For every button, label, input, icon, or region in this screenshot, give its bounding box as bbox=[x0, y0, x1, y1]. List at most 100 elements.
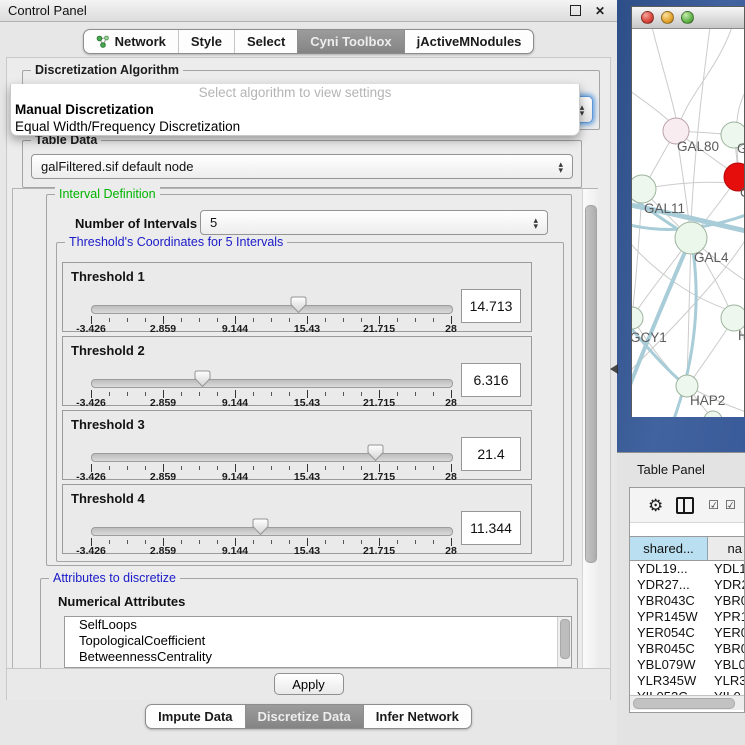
network-node-gcy1[interactable] bbox=[632, 307, 643, 329]
network-node-gal11[interactable] bbox=[632, 175, 656, 203]
table-row[interactable]: YPR145WYPR1 bbox=[630, 609, 744, 625]
network-window-titlebar[interactable] bbox=[632, 7, 744, 29]
column-header-1[interactable]: shared... bbox=[630, 537, 708, 560]
panel-title: Control Panel bbox=[8, 3, 570, 18]
attribute-item-selfloops[interactable]: SelfLoops bbox=[65, 617, 571, 633]
tab-impute-data[interactable]: Impute Data bbox=[146, 705, 244, 728]
close-traffic-light[interactable] bbox=[641, 11, 654, 24]
tab-discretize-data[interactable]: Discretize Data bbox=[245, 705, 363, 728]
table-cell: YDR27... bbox=[630, 577, 708, 593]
scrollbar-thumb[interactable] bbox=[560, 619, 570, 659]
tick-mark bbox=[433, 392, 434, 396]
scale-label: 28 bbox=[421, 545, 481, 557]
slider-track[interactable] bbox=[91, 305, 453, 314]
scale-label: 21.715 bbox=[349, 323, 409, 335]
zoom-traffic-light[interactable] bbox=[681, 11, 694, 24]
table-row[interactable]: YDR27...YDR2 bbox=[630, 577, 744, 593]
table-cell: YBR043C bbox=[630, 593, 708, 609]
node-label: C bbox=[740, 185, 744, 200]
popup-option-equal-width-frequency[interactable]: Equal Width/Frequency Discretization bbox=[11, 118, 579, 135]
slider-thumb[interactable] bbox=[194, 370, 211, 388]
number-of-intervals-spinner[interactable]: 5 ▴▾ bbox=[200, 210, 548, 235]
slider-thumb[interactable] bbox=[290, 296, 307, 314]
attribute-item-topologicalcoefficient[interactable]: TopologicalCoefficient bbox=[65, 633, 571, 649]
top-tabs-segment: Network Style SelectCyni ToolboxjActiveMNo… bbox=[83, 29, 535, 54]
scale-label: 2.859 bbox=[133, 471, 193, 483]
table-row[interactable]: YBR045CYBR0 bbox=[630, 641, 744, 657]
tick-mark bbox=[271, 466, 272, 470]
vertical-scrollbar[interactable] bbox=[582, 189, 598, 698]
float-window-icon[interactable] bbox=[570, 5, 581, 16]
table-cell: YBR045C bbox=[630, 641, 708, 657]
tab-label: Impute Data bbox=[158, 709, 232, 724]
tick-mark bbox=[109, 392, 110, 396]
threshold-value-field[interactable]: 21.4 bbox=[461, 437, 521, 471]
tab-jactivemnodules[interactable]: jActiveMNodules bbox=[404, 30, 534, 53]
table-row[interactable]: YBL079WYBL0 bbox=[630, 657, 744, 673]
scale-label: 28 bbox=[421, 471, 481, 483]
scrollbar-thumb[interactable] bbox=[585, 205, 597, 563]
columns-icon[interactable] bbox=[676, 497, 694, 514]
close-icon[interactable]: ✕ bbox=[591, 4, 609, 18]
table-row[interactable]: YLR345WYLR3 bbox=[630, 673, 744, 689]
slider-track[interactable] bbox=[91, 527, 453, 536]
checkbox-icon[interactable]: ☑ bbox=[708, 498, 719, 512]
tab-style[interactable]: Style bbox=[178, 30, 234, 53]
table-row[interactable]: YER054CYER0 bbox=[630, 625, 744, 641]
tick-mark bbox=[397, 540, 398, 544]
popup-option-manual-discretization[interactable]: Manual Discretization bbox=[11, 101, 579, 118]
tick-mark bbox=[271, 540, 272, 544]
tick-mark bbox=[325, 540, 326, 544]
threshold-value-field[interactable]: 14.713 bbox=[461, 289, 521, 323]
tick-mark bbox=[433, 540, 434, 544]
network-canvas[interactable]: GAL80GACGAL11GAL4GCY1HHAP2 bbox=[632, 29, 744, 417]
attribute-item-betweennesscentrality[interactable]: BetweennessCentrality bbox=[65, 649, 571, 665]
table-row[interactable]: YDL19...YDL1 bbox=[630, 561, 744, 577]
horizontal-scrollbar[interactable] bbox=[630, 695, 744, 710]
attribute-items: SelfLoopsTopologicalCoefficientBetweenne… bbox=[65, 617, 571, 665]
tab-select[interactable]: Select bbox=[234, 30, 297, 53]
table-data-combobox[interactable]: galFiltered.sif default node ▴▾ bbox=[31, 154, 573, 179]
bottom-tab-bar: Impute Data Discretize DataInfer Network bbox=[0, 704, 617, 729]
scale-label: 15.43 bbox=[277, 545, 337, 557]
scale-label: 21.715 bbox=[349, 397, 409, 409]
slider-track[interactable] bbox=[91, 453, 453, 462]
control-panel-titlebar: Control Panel ✕ bbox=[0, 0, 617, 22]
table-toolbar: ⚙ ☑ ☑ bbox=[630, 488, 744, 523]
column-header-2[interactable]: na bbox=[708, 537, 744, 560]
scale-label: 15.43 bbox=[277, 471, 337, 483]
tick-mark bbox=[271, 392, 272, 396]
list-scrollbar[interactable] bbox=[557, 617, 571, 667]
tab-label: Style bbox=[191, 34, 222, 49]
numerical-attributes-list[interactable]: SelfLoopsTopologicalCoefficientBetweenne… bbox=[64, 616, 572, 668]
number-of-intervals-label: Number of Intervals bbox=[75, 216, 197, 231]
scale-label: -3.426 bbox=[61, 545, 121, 557]
table-row[interactable]: YBR043CYBR0 bbox=[630, 593, 744, 609]
gear-icon[interactable]: ⚙ bbox=[648, 497, 663, 514]
apply-button[interactable]: Apply bbox=[274, 673, 344, 695]
tick-mark bbox=[181, 392, 182, 396]
tick-mark bbox=[109, 318, 110, 322]
checkbox-icon[interactable]: ☑ bbox=[725, 498, 736, 512]
scale-label: 2.859 bbox=[133, 397, 193, 409]
tick-mark bbox=[127, 540, 128, 544]
table-cell: YBL079W bbox=[630, 657, 708, 673]
scale-label: 28 bbox=[421, 397, 481, 409]
tab-cyni-toolbox[interactable]: Cyni Toolbox bbox=[297, 30, 403, 53]
scale-label: 9.144 bbox=[205, 545, 265, 557]
table-cell: YBL0 bbox=[708, 657, 744, 673]
tab-infer-network[interactable]: Infer Network bbox=[363, 705, 471, 728]
slider-thumb[interactable] bbox=[367, 444, 384, 462]
mouse-cursor bbox=[610, 364, 618, 374]
threshold-value-field[interactable]: 11.344 bbox=[461, 511, 521, 545]
slider-track[interactable] bbox=[91, 379, 453, 388]
scrollbar-thumb[interactable] bbox=[633, 698, 735, 709]
tick-mark bbox=[217, 540, 218, 544]
threshold-value-field[interactable]: 6.316 bbox=[461, 363, 521, 397]
threshold-panel-1: Threshold 1-3.4262.8599.14415.4321.71528… bbox=[62, 262, 532, 332]
tick-mark bbox=[253, 392, 254, 396]
tab-network[interactable]: Network bbox=[84, 30, 178, 53]
slider-thumb[interactable] bbox=[252, 518, 269, 536]
minimize-traffic-light[interactable] bbox=[661, 11, 674, 24]
tick-mark bbox=[343, 466, 344, 470]
